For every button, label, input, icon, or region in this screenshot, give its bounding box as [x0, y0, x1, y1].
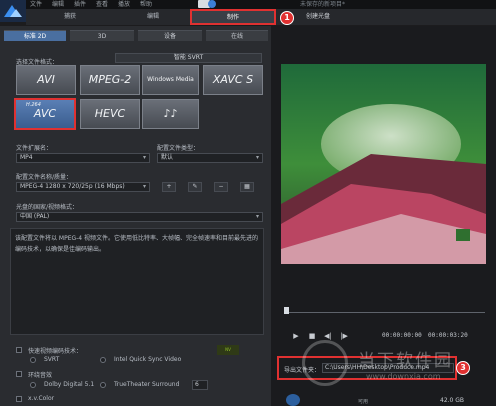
annotation-badge-3: 3 [456, 361, 470, 375]
truetheater-option-label: TrueTheater Surround [114, 381, 180, 388]
app-logo [0, 0, 26, 22]
remove-profile-button[interactable]: − [214, 182, 228, 192]
file-extension-label: 文件扩展名： [16, 145, 53, 152]
timeline-scrubber[interactable] [284, 307, 289, 314]
xvcolor-label: x.v.Color [28, 395, 55, 402]
surround-checkbox[interactable] [16, 371, 22, 377]
nvidia-logo: NV [217, 345, 239, 355]
next-frame-icon[interactable]: |▶ [338, 331, 350, 341]
chevron-down-icon: ▾ [255, 213, 259, 220]
format-mpeg2-button[interactable]: MPEG-2 [80, 65, 140, 95]
disk-icon [286, 394, 300, 406]
watermark-logo [302, 340, 348, 386]
mode-edit[interactable]: 编辑 [118, 10, 188, 24]
timeline-track[interactable] [289, 312, 485, 313]
fast-render-label: 快速视频编码技术： [28, 348, 83, 355]
watermark-text: 当下软件园 [358, 351, 453, 371]
chevron-down-icon: ▾ [142, 154, 146, 161]
truetheater-level-select[interactable]: 6 [192, 380, 208, 390]
region-value: 中国 (PAL) [20, 213, 50, 220]
menu-edit[interactable]: 编辑 [52, 0, 64, 9]
mode-capture[interactable]: 捕获 [40, 10, 100, 24]
format-audio-button[interactable]: ♪♪ [142, 99, 199, 129]
avc-h264-label: H.264 [26, 102, 41, 108]
profile-name-value: MPEG-4 1280 x 720/25p (16 Mbps) [20, 183, 125, 190]
file-extension-select[interactable]: MP4 ▾ [16, 153, 150, 163]
menu-plugins[interactable]: 插件 [74, 0, 86, 9]
profile-description: 该配置文件将以 MPEG-4 视频文件。它使用低比特率、大帧幅、完全帧速率和目前… [10, 228, 264, 335]
video-preview [281, 64, 486, 264]
mode-produce[interactable]: 制作 [190, 9, 276, 25]
tab-standard-2d[interactable]: 标准 2D [4, 30, 66, 41]
menu-help[interactable]: 帮助 [140, 0, 152, 9]
play-icon[interactable]: ▶ [290, 331, 302, 341]
tab-online[interactable]: 在线 [206, 30, 268, 41]
svrt-option-label: SVRT [44, 356, 60, 363]
surround-label: 环绕音效 [28, 372, 53, 379]
format-windows-media-button[interactable]: Windows Media [142, 65, 199, 95]
profile-name-label: 配置文件名称/质量： [16, 174, 73, 181]
svrt-radio[interactable] [30, 357, 36, 363]
stop-icon[interactable]: ■ [306, 331, 318, 341]
format-xavc-s-button[interactable]: XAVC S [203, 65, 263, 95]
timecode-current: 00:00:00:00 [382, 332, 422, 339]
profile-type-value: 默认 [161, 154, 174, 161]
intel-radio[interactable] [100, 357, 106, 363]
menu-file[interactable]: 文件 [30, 0, 42, 9]
watermark-url: www.downxia.com [366, 372, 441, 381]
menu-view[interactable]: 查看 [96, 0, 108, 9]
format-avc-button[interactable]: H.264 AVC [14, 98, 76, 130]
smart-svrt-button[interactable]: 智能 SVRT [115, 53, 262, 63]
annotation-badge-1: 1 [280, 11, 294, 25]
dolby-radio[interactable] [30, 382, 36, 388]
tab-device[interactable]: 设备 [138, 30, 202, 41]
mode-create-disc[interactable]: 创建光盘 [298, 10, 338, 24]
profile-type-label: 配置文件类型： [157, 145, 200, 152]
chevron-down-icon: ▾ [142, 183, 146, 190]
profile-grid-button[interactable]: ▦ [240, 182, 254, 192]
intel-option-label: Intel Quick Sync Video [114, 356, 182, 363]
disk-size: 42.0 GB [440, 397, 465, 404]
file-extension-value: MP4 [20, 154, 33, 161]
disk-available-label: 可用 [358, 399, 369, 405]
format-avi-button[interactable]: AVI [16, 65, 76, 95]
profile-type-select[interactable]: 默认 ▾ [157, 153, 263, 163]
region-select[interactable]: 中国 (PAL) ▾ [16, 212, 263, 222]
fast-render-checkbox[interactable] [16, 347, 22, 353]
edit-profile-button[interactable]: ✎ [188, 182, 202, 192]
timecode-total: 00:00:03:20 [428, 332, 468, 339]
add-profile-button[interactable]: + [162, 182, 176, 192]
profile-name-select[interactable]: MPEG-4 1280 x 720/25p (16 Mbps) ▾ [16, 182, 150, 192]
document-title: 未保存的新项目* [300, 1, 346, 8]
menu-playback[interactable]: 播放 [118, 0, 130, 9]
settings-icon[interactable] [208, 0, 216, 8]
format-hevc-button[interactable]: HEVC [80, 99, 140, 129]
truetheater-radio[interactable] [100, 382, 106, 388]
dolby-option-label: Dolby Digital 5.1 [44, 381, 95, 388]
tab-3d[interactable]: 3D [70, 30, 134, 41]
chevron-down-icon: ▾ [255, 154, 259, 161]
region-label: 光盘的国家/视频格式： [16, 204, 79, 211]
xvcolor-checkbox[interactable] [16, 396, 22, 402]
